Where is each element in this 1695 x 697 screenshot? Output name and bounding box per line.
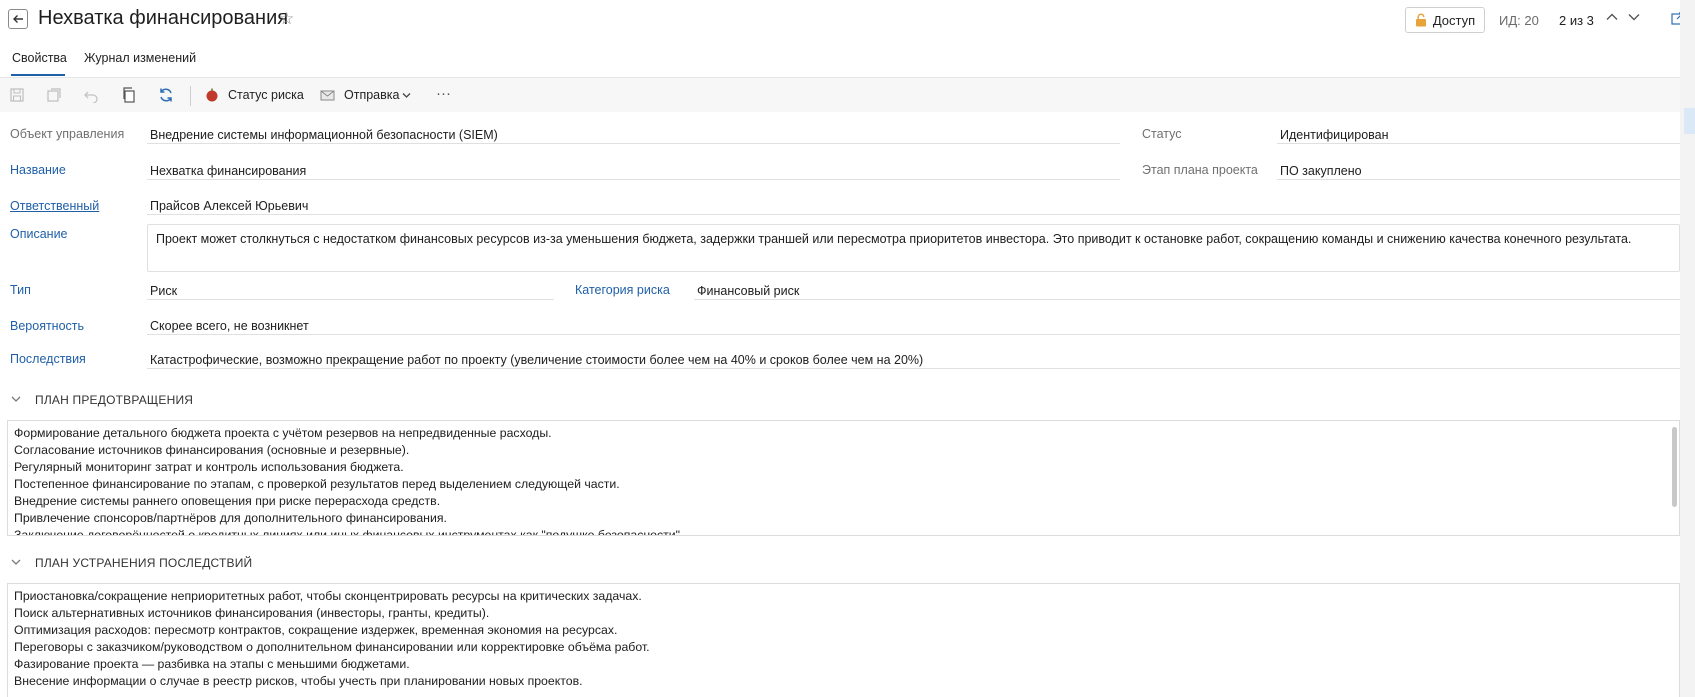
- plan-line: Оптимизация расходов: пересмотр контракт…: [14, 623, 618, 637]
- arrow-left-icon: [13, 15, 23, 23]
- send-dropdown[interactable]: Отправка: [344, 88, 399, 102]
- chevron-down-icon: [1628, 14, 1640, 21]
- plan-line: Регулярный мониторинг затрат и контроль …: [14, 460, 404, 474]
- probability-label: Вероятность: [10, 319, 85, 333]
- prevention-collapse-toggle[interactable]: [10, 393, 22, 408]
- probability-underline: [147, 334, 1680, 335]
- plan-line: Фазирование проекта — разбивка на этапы …: [14, 657, 410, 671]
- tab-change-log[interactable]: Журнал изменений: [84, 51, 196, 65]
- more-actions-button[interactable]: ···: [436, 85, 451, 102]
- status-value[interactable]: Идентифицирован: [1280, 128, 1389, 142]
- plan-line: Поиск альтернативных источников финансир…: [14, 606, 490, 620]
- chevron-down-icon: [11, 559, 21, 565]
- tab-properties[interactable]: Свойства: [12, 51, 67, 65]
- category-label: Категория риска: [575, 283, 670, 297]
- undo-icon: [84, 91, 98, 103]
- risk-status-icon: [201, 85, 223, 105]
- back-button[interactable]: [8, 9, 28, 29]
- access-label: Доступ: [1432, 12, 1476, 28]
- plan-line: Переговоры с заказчиком/руководством о д…: [14, 640, 650, 654]
- active-tab-indicator: [11, 74, 65, 76]
- stage-underline: [1277, 179, 1680, 180]
- responsible-link[interactable]: Ответственный: [10, 199, 99, 213]
- name-label: Название: [10, 163, 66, 177]
- lock-icon: [1415, 13, 1426, 27]
- save-all-icon: [47, 88, 61, 102]
- responsible-value[interactable]: Прайсов Алексей Юрьевич: [150, 199, 308, 213]
- plan-line: Приостановка/сокращение неприоритетных р…: [14, 589, 642, 603]
- plan-line: Формирование детального бюджета проекта …: [14, 426, 552, 440]
- record-id: ИД: 20: [1499, 13, 1539, 28]
- prevention-scrollbar[interactable]: [1672, 427, 1677, 507]
- description-textarea[interactable]: Проект может столкнуться с недостатком ф…: [147, 224, 1680, 272]
- plan-line: Постепенное финансирование по этапам, с …: [14, 477, 620, 491]
- refresh-button[interactable]: [155, 85, 177, 105]
- name-value[interactable]: Нехватка финансирования: [150, 164, 306, 178]
- record-position: 2 из 3: [1559, 13, 1594, 28]
- mitigation-collapse-toggle[interactable]: [10, 556, 22, 571]
- mitigation-section-title: ПЛАН УСТРАНЕНИЯ ПОСЛЕДСТВИЙ: [35, 556, 253, 570]
- copy-icon: [123, 87, 135, 103]
- plan-line: Согласование источников финансирования (…: [14, 443, 410, 457]
- chevron-up-icon: [1606, 13, 1618, 20]
- plan-line: Заключение договорённостей о кредитных л…: [14, 528, 684, 536]
- object-value[interactable]: Внедрение системы информационной безопас…: [150, 128, 498, 142]
- save-button[interactable]: [6, 85, 28, 105]
- stage-value[interactable]: ПО закуплено: [1280, 164, 1362, 178]
- prevention-plan-textarea[interactable]: Формирование детального бюджета проекта …: [7, 420, 1680, 536]
- access-button[interactable]: Доступ: [1405, 7, 1485, 33]
- page-title: Нехватка финансирования: [38, 7, 289, 29]
- undo-button[interactable]: [80, 85, 102, 105]
- status-label: Статус: [1142, 127, 1182, 141]
- send-icon: [317, 85, 339, 105]
- probability-value[interactable]: Скорее всего, не возникнет: [150, 319, 309, 333]
- name-underline: [147, 179, 1120, 180]
- copy-button[interactable]: [118, 85, 140, 105]
- stage-label: Этап плана проекта: [1142, 163, 1258, 177]
- category-value[interactable]: Финансовый риск: [697, 284, 799, 298]
- description-label: Описание: [10, 227, 68, 241]
- save-icon: [10, 88, 24, 102]
- object-label: Объект управления: [10, 127, 125, 141]
- status-underline: [1277, 143, 1680, 144]
- category-underline: [694, 299, 1680, 300]
- object-underline: [147, 143, 1120, 144]
- refresh-icon: [160, 88, 172, 102]
- save-and-close-button[interactable]: [43, 85, 65, 105]
- consequences-underline: [147, 368, 1680, 369]
- chevron-down-icon: [11, 396, 21, 402]
- mitigation-plan-textarea[interactable]: Приостановка/сокращение неприоритетных р…: [7, 583, 1680, 697]
- previous-record-button[interactable]: [1605, 10, 1619, 27]
- side-panel-strip: [1680, 0, 1695, 697]
- chevron-down-icon[interactable]: [401, 89, 412, 104]
- plan-line: Привлечение спонсоров/партнёров для допо…: [14, 511, 447, 525]
- plan-line: Внедрение системы раннего оповещения при…: [14, 494, 441, 508]
- toolbar-separator: [190, 86, 191, 106]
- prevention-section-title: ПЛАН ПРЕДОТВРАЩЕНИЯ: [35, 393, 194, 407]
- type-value[interactable]: Риск: [150, 284, 177, 298]
- side-panel-indicator[interactable]: [1684, 108, 1695, 134]
- consequences-value[interactable]: Катастрофические, возможно прекращение р…: [150, 353, 923, 367]
- next-record-button[interactable]: [1627, 10, 1641, 27]
- type-label: Тип: [10, 283, 31, 297]
- type-underline: [147, 299, 554, 300]
- responsible-underline: [147, 214, 1680, 215]
- consequences-label: Последствия: [10, 352, 86, 366]
- plan-line: Внесение информации о случае в реестр ри…: [14, 674, 583, 688]
- risk-status-button[interactable]: Статус риска: [228, 88, 304, 102]
- favorite-star-icon[interactable]: ☆: [279, 9, 294, 29]
